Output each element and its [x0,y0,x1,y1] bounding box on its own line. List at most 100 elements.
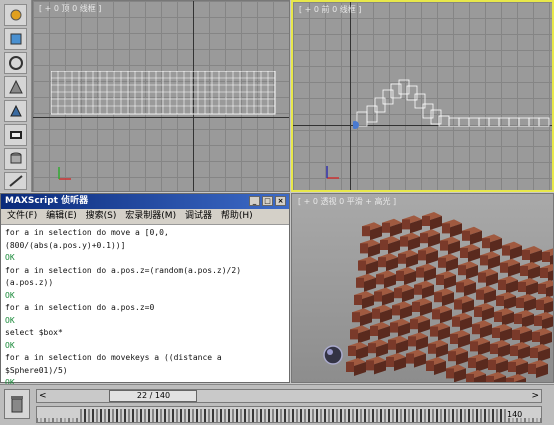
create-icon[interactable] [4,4,27,26]
box-object [362,222,382,241]
box-object [374,287,394,306]
script-line: for a in selection do move a [0,0,(800/(… [5,228,169,250]
track-bar-keys [37,409,541,422]
menu-help[interactable]: 帮助(H) [221,211,253,221]
script-result: OK [5,340,15,350]
viewport-top[interactable]: [ + 0 顶 0 线框 ] [32,0,290,192]
tape-icon[interactable] [4,172,27,190]
box-object [528,360,548,378]
menu-macro-recorder[interactable]: 宏录制器(M) [125,211,176,221]
box-object [378,253,398,272]
box-object [414,280,434,299]
box-object [350,325,370,344]
box-object [416,263,436,282]
box-object [540,264,553,282]
box-object [392,301,412,320]
script-result: OK [5,290,15,300]
motion-icon[interactable] [4,76,27,98]
script-line: for a in selection do a.pos.z=0 [5,303,155,312]
menu-debugger[interactable]: 调试器 [185,211,212,221]
box-object [480,251,500,270]
box-object [380,236,400,254]
display-icon[interactable] [4,100,27,122]
track-bar[interactable]: 140 [36,406,542,423]
viewport-perspective[interactable]: [ + 0 透视 0 平滑 + 高光 ] [291,193,554,383]
maxscript-title-bar[interactable]: MAXScript 侦听器 _ □ × [1,194,289,209]
box-object [360,239,380,258]
menu-edit[interactable]: 编辑(E) [46,211,77,221]
hierarchy-icon[interactable] [4,52,27,74]
box-object [448,347,468,366]
box-object [498,276,518,294]
time-bar: < 22 / 140 > 140 [0,384,554,425]
box-object [418,246,438,265]
modify-icon[interactable] [4,28,27,50]
box-object [486,372,506,382]
box-object [506,374,526,382]
maxscript-listener-window[interactable]: MAXScript 侦听器 _ □ × 文件(F) 编辑(E) 搜索(S) 宏录… [0,193,290,400]
box-object [426,357,446,375]
box-object [446,364,466,382]
box-object [514,310,534,328]
box-object [432,305,452,324]
box-object [496,292,516,310]
box-object [518,278,538,296]
script-result: OK [5,315,15,325]
box-object [490,340,510,358]
sphere-object-icon [323,345,343,365]
box-object [406,349,426,368]
menu-file[interactable]: 文件(F) [7,211,37,221]
box-object [542,248,553,266]
box-object [516,294,536,312]
box-object [476,285,496,304]
end-frame-label: 140 [507,410,523,419]
maxscript-output[interactable]: for a in selection do move a [0,0,(800/(… [5,227,285,400]
maximize-button[interactable]: □ [262,196,273,206]
box-object [500,258,520,277]
box-object [460,244,480,262]
box-object [436,271,456,289]
box-object [522,246,542,264]
box-object [434,288,454,307]
box-object [352,308,372,327]
trash-icon[interactable] [4,389,30,419]
wave-boxes-wireframe [353,79,550,129]
box-object [470,337,490,356]
time-slider-thumb[interactable]: 22 / 140 [109,390,198,402]
script-line: select $box* [5,328,63,337]
box-object [494,308,514,326]
utilities-icon[interactable] [4,124,27,146]
box-object [430,322,450,341]
box-object [532,328,552,346]
viewport-label[interactable]: [ + 0 前 0 线框 ] [299,4,361,15]
box-object [372,304,392,323]
close-button[interactable]: × [275,196,286,206]
maxscript-menu-bar: 文件(F) 编辑(E) 搜索(S) 宏录制器(M) 调试器 帮助(H) [1,209,289,225]
box-object [452,312,472,331]
menu-search[interactable]: 搜索(S) [86,211,117,221]
viewport-label[interactable]: [ + 0 顶 0 线框 ] [39,3,101,14]
box-object [420,229,440,248]
maxscript-title: MAXScript 侦听器 [5,196,89,206]
box-object [462,226,482,245]
box-object [458,261,478,280]
slider-next-arrow[interactable]: > [531,391,539,401]
box-object [348,342,368,360]
camera-icon[interactable] [4,148,27,170]
box-object [468,354,488,372]
minimize-button[interactable]: _ [249,196,260,206]
box-object [502,241,522,260]
box-object [456,278,476,297]
script-line: for a in selection do a.pos.z=(random(a.… [5,265,242,288]
box-object [366,356,386,375]
box-object [530,344,550,362]
box-object [428,339,448,358]
viewport-front[interactable]: [ + 0 前 0 线框 ] [291,0,554,192]
box-object [408,332,428,351]
box-object [402,215,422,234]
box-object [356,273,376,292]
time-slider[interactable]: < 22 / 140 > [36,389,542,403]
box-object [346,358,366,376]
slider-prev-arrow[interactable]: < [39,391,47,401]
box-object [478,268,498,287]
